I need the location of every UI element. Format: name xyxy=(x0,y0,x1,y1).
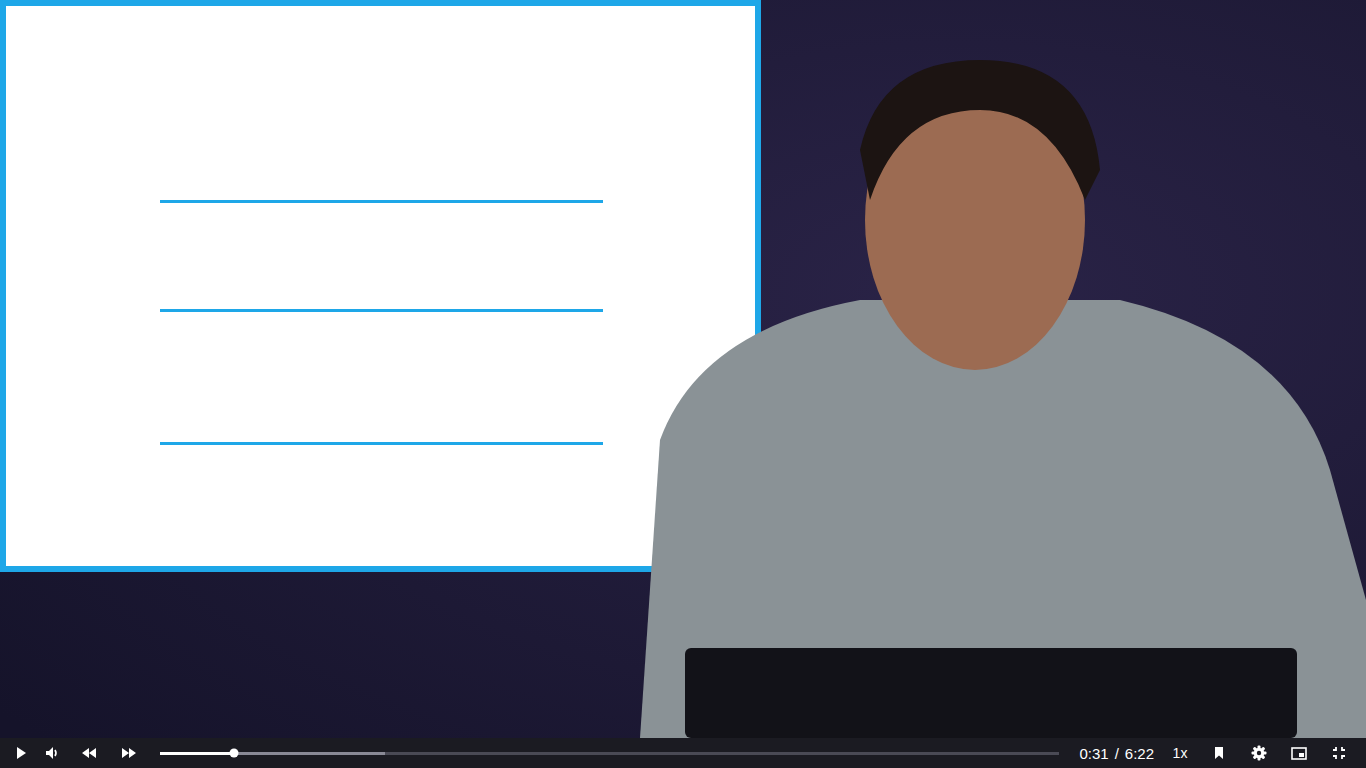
play-button[interactable] xyxy=(6,738,36,768)
gear-icon xyxy=(1251,745,1267,761)
video-player: 0:31 / 6:22 1x xyxy=(0,0,1366,768)
duration: 6:22 xyxy=(1125,745,1154,762)
progress-bar[interactable] xyxy=(160,752,1059,755)
fast-forward-icon xyxy=(121,747,137,759)
rewind-button[interactable] xyxy=(70,738,108,768)
exit-fullscreen-button[interactable] xyxy=(1320,738,1358,768)
speaker-icon xyxy=(45,746,61,760)
forward-button[interactable] xyxy=(110,738,148,768)
volume-button[interactable] xyxy=(38,738,68,768)
speed-button[interactable]: 1x xyxy=(1162,741,1198,765)
picture-in-picture-button[interactable] xyxy=(1280,738,1318,768)
progress-thumb[interactable] xyxy=(229,749,238,758)
video-picture xyxy=(0,0,1366,738)
time-separator: / xyxy=(1115,745,1119,762)
video-frame[interactable] xyxy=(0,0,1366,738)
picture-in-picture-icon xyxy=(1291,747,1307,760)
bookmark-icon xyxy=(1213,746,1225,760)
settings-button[interactable] xyxy=(1240,738,1278,768)
played-fill xyxy=(160,752,234,755)
current-time: 0:31 xyxy=(1079,745,1108,762)
play-icon xyxy=(14,746,28,760)
control-bar: 0:31 / 6:22 1x xyxy=(0,738,1366,768)
exit-fullscreen-icon xyxy=(1332,746,1346,760)
time-display: 0:31 / 6:22 xyxy=(1073,745,1160,762)
rewind-icon xyxy=(81,747,97,759)
bookmark-button[interactable] xyxy=(1200,738,1238,768)
